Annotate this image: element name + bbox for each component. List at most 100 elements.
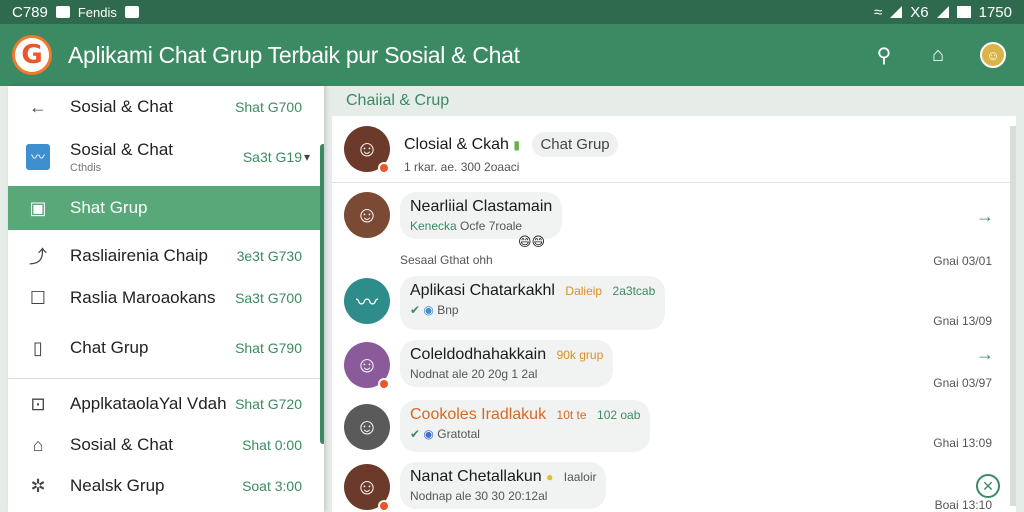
chat-subtitle: Bnp (437, 303, 459, 317)
battery-icon (956, 6, 971, 18)
chat-time: Gnai 13/09 (933, 314, 992, 328)
chat-row[interactable]: ☺ Nanat Chetallakun ● Iaaloir Nodnap ale… (332, 460, 1016, 512)
wifi-icon: ≈ (874, 3, 883, 21)
drawer-item-rasliairenia[interactable]: ⤴ Rasliairenia Chaip 3e3t G730 (8, 234, 324, 278)
chat-time: Ghai 13:09 (933, 436, 992, 450)
drawer-item-label: Sosial & Chat (70, 140, 173, 159)
drawer-item-sosial-chat[interactable]: 〰 Sosial & Chat Cthdis Sa3t G19 ▾ (8, 130, 324, 184)
chat-time: Gnai 03/01 (933, 254, 992, 268)
drawer-item-label: Raslia Maroaokans (70, 288, 216, 307)
back-arrow-icon[interactable]: ← (26, 95, 50, 119)
drawer-item-label: Nealsk Grup (70, 476, 165, 495)
chat-subtitle: Nodnap ale 30 30 20:12al (410, 489, 548, 503)
square-icon: ▣ (29, 197, 47, 218)
chat-row[interactable]: ☺ Nearliial Clastamain Kenecka Ocfe 7roa… (332, 184, 1016, 272)
avatar-badge (378, 500, 390, 512)
chat-tag-green: 102 oab (597, 408, 641, 422)
wave-thumbnail-icon: 〰 (26, 144, 50, 170)
drawer-item-sosial-chat-2[interactable]: ⌂ Sosial & Chat Shat 0:00 (8, 426, 324, 464)
avatar: 〰 (344, 278, 390, 324)
notification-icon (55, 6, 70, 18)
navigation-drawer: ← Sosial & Chat Shat G700 〰 Sosial & Cha… (8, 86, 324, 512)
close-circle-icon[interactable]: ✕ (976, 474, 1000, 498)
check-icon: ✔ (410, 303, 421, 317)
drawer-item-label: Sosial & Chat (70, 97, 173, 116)
chat-subtitle: Nodnat ale 20 20g 1 2al (410, 367, 538, 381)
status-dot-icon: ● (546, 470, 554, 484)
drawer-item-label: Shat Grup (70, 198, 148, 217)
profile-avatar[interactable]: ☺ (980, 42, 1006, 68)
chat-row[interactable]: ☺ Closial & Ckah ▮ Chat Grup 1 rkar. ae.… (332, 120, 1016, 182)
chat-subtitle: 1 rkar. ae. 300 2oaaci (404, 160, 520, 174)
logo-letter: G (21, 40, 43, 70)
app-logo[interactable]: G (12, 35, 52, 75)
avatar: ☺ (344, 192, 390, 238)
chat-row[interactable]: 〰 Aplikasi Chatarkakhl Dalieip 2a3tcab ✔… (332, 272, 1016, 334)
drawer-item-raslia[interactable]: ☐ Raslia Maroaokans Sa3t G700 (8, 276, 324, 320)
gear-icon: ✲ (30, 475, 46, 496)
search-icon[interactable]: ⚲ (872, 43, 896, 67)
drawer-item-meta: Shat G720 (235, 396, 302, 412)
tag-icon: ⌂ (32, 434, 44, 455)
arrow-right-icon[interactable]: → (976, 206, 994, 227)
chat-row[interactable]: ☺ Coleldodhahakkain 90k grup Nodnat ale … (332, 336, 1016, 396)
signal-icon-2 (936, 6, 949, 18)
chat-list-panel: Chaiial & Crup ☺ Closial & Ckah ▮ Chat G… (332, 86, 1016, 512)
chat-scrollbar[interactable] (1010, 126, 1016, 506)
chat-name: Aplikasi Chatarkakhl (410, 282, 555, 299)
chat-extra: Sesaal Gthat ohh (400, 253, 493, 267)
status-time: 1750 (978, 3, 1012, 21)
status-network-text: X6 (910, 3, 929, 21)
chat-tag-grey: Iaaloir (563, 470, 597, 484)
drawer-item-meta: Shat G790 (235, 340, 302, 356)
circle-icon: ◉ (423, 427, 434, 441)
drawer-item-chat-grup[interactable]: ▯ Chat Grup Shat G790 (8, 326, 324, 370)
drawer-item-label: Chat Grup (70, 338, 149, 357)
drawer-item-meta: Soat 3:00 (242, 478, 302, 494)
drawer-item-shat-grup[interactable]: ▣ Shat Grup (8, 186, 324, 230)
check-icon: ✔ (410, 427, 421, 441)
app-bar: G Aplikami Chat Grup Terbaik pur Sosial … (0, 24, 1024, 86)
row-divider (332, 182, 1016, 183)
avatar-badge (378, 162, 390, 174)
avatar: ☺ (344, 404, 390, 450)
square-dot-icon: ⊡ (30, 393, 46, 414)
chat-tag-orange: 10t te (556, 408, 587, 422)
home-icon[interactable]: ⌂ (926, 43, 950, 67)
drawer-item-meta: Sa3t G700 (235, 290, 302, 306)
drawer-item-back[interactable]: ← Sosial & Chat Shat G700 (8, 86, 324, 128)
chat-subtitle: Gratotal (437, 427, 480, 441)
chat-list-header: Chaiial & Crup (332, 86, 1016, 116)
drawer-item-applkata[interactable]: ⊡ ApplkataolaYal Vdah Shat G720 (8, 384, 324, 424)
drawer-item-label: ApplkataolaYal Vdah (70, 394, 227, 413)
battery-icon: ▮ (513, 138, 520, 152)
drawer-item-label: Sosial & Chat (70, 435, 173, 454)
chat-subtitle: Ocfe 7roale (460, 219, 523, 233)
drawer-item-meta: 3e3t G730 (236, 248, 302, 264)
chevron-down-icon[interactable]: ▾ (304, 150, 310, 164)
chat-time: Gnai 03/97 (933, 376, 992, 390)
app-title: Aplikami Chat Grup Terbaik pur Sosial & … (68, 41, 520, 68)
drawer-item-sub: Cthdis (70, 162, 102, 174)
drawer-item-meta: Shat 0:00 (242, 437, 302, 453)
chat-row[interactable]: ☺ Cookoles Iradlakuk 10t te 102 oab ✔ ◉ … (332, 396, 1016, 458)
status-label: Fendis (77, 4, 117, 20)
chat-tag-orange: 90k grup (556, 348, 604, 362)
shield-icon (124, 6, 139, 18)
circle-icon: ◉ (423, 303, 434, 317)
drawer-item-nealsk[interactable]: ✲ Nealsk Grup Soat 3:00 (8, 466, 324, 506)
drawer-divider (8, 378, 324, 379)
chat-tag[interactable]: Chat Grup (532, 132, 618, 157)
checkbox-icon: ☐ (29, 287, 47, 308)
drawer-item-meta: Shat G700 (235, 99, 302, 115)
drawer-scrollbar[interactable] (320, 144, 324, 444)
chat-time: Boai 13:10 (934, 498, 992, 512)
chat-name: Nearliial Clastamain (410, 198, 553, 215)
chat-name: Nanat Chetallakun (410, 468, 542, 485)
avatar-badge (378, 378, 390, 390)
status-left-text: C789 (12, 3, 48, 21)
chat-tag-orange: Dalieip (565, 284, 603, 298)
chat-name: Closial & Ckah (404, 136, 509, 153)
arrow-right-icon[interactable]: → (976, 344, 994, 365)
chat-name: Coleldodhahakkain (410, 346, 547, 363)
